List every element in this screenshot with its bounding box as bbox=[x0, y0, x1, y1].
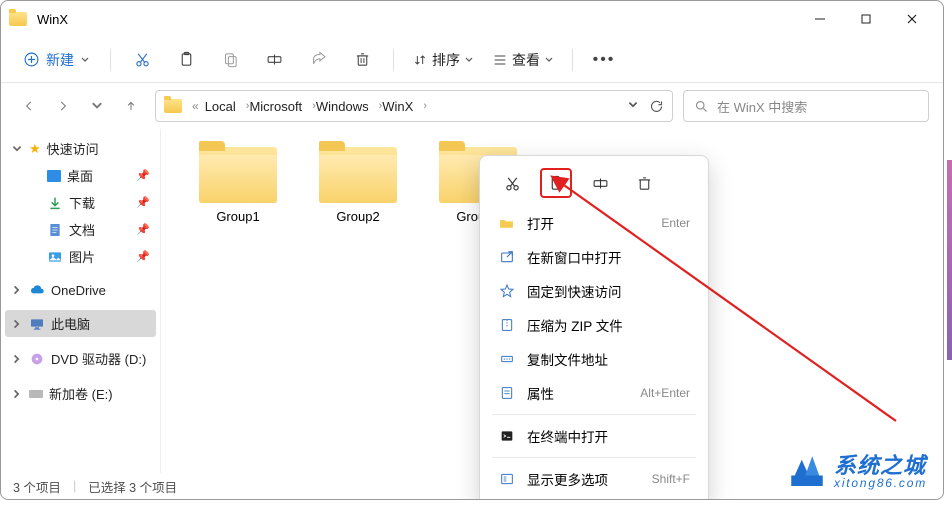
crumb-local[interactable]: Local› bbox=[205, 99, 250, 114]
more-options-icon bbox=[498, 471, 515, 488]
close-button[interactable] bbox=[889, 3, 935, 35]
view-button[interactable]: 查看 bbox=[486, 46, 560, 74]
ctx-open-terminal[interactable]: 在终端中打开 bbox=[486, 419, 702, 453]
pin-icon: 📌 bbox=[136, 196, 150, 209]
search-input[interactable]: 在 WinX 中搜索 bbox=[683, 90, 929, 122]
up-button[interactable] bbox=[117, 92, 145, 120]
delete-button[interactable] bbox=[343, 44, 381, 76]
crumb-windows[interactable]: Windows› bbox=[316, 99, 382, 114]
sort-button[interactable]: 排序 bbox=[406, 46, 480, 74]
crumb-microsoft[interactable]: Microsoft› bbox=[249, 99, 315, 114]
refresh-button[interactable] bbox=[649, 99, 664, 114]
desktop-icon bbox=[47, 170, 61, 182]
document-icon bbox=[47, 222, 63, 238]
minimize-button[interactable] bbox=[797, 3, 843, 35]
new-label: 新建 bbox=[46, 50, 74, 70]
sidebar: ★ 快速访问 桌面 📌 下载 📌 文档 📌 bbox=[1, 129, 161, 473]
pin-star-icon bbox=[498, 283, 515, 300]
ctx-rename-button[interactable] bbox=[584, 168, 616, 198]
ctx-show-more[interactable]: 显示更多选项 Shift+F bbox=[486, 462, 702, 496]
app-folder-icon bbox=[9, 12, 27, 26]
search-placeholder: 在 WinX 中搜索 bbox=[717, 97, 807, 116]
paste-button[interactable] bbox=[211, 44, 249, 76]
new-window-icon bbox=[498, 249, 515, 266]
zip-icon bbox=[498, 317, 515, 334]
crumb-winx[interactable]: WinX› bbox=[382, 99, 427, 114]
view-label: 查看 bbox=[512, 50, 540, 70]
ctx-open[interactable]: 打开 Enter bbox=[486, 206, 702, 240]
folder-group1[interactable]: Group1 bbox=[193, 141, 283, 461]
status-selected: 已选择 3 个项目 bbox=[88, 477, 177, 496]
pictures-icon bbox=[47, 249, 63, 265]
properties-icon bbox=[498, 385, 515, 402]
ctx-compress-zip[interactable]: 压缩为 ZIP 文件 bbox=[486, 308, 702, 342]
pin-icon: 📌 bbox=[136, 223, 150, 236]
rename-button[interactable] bbox=[255, 44, 293, 76]
sidebar-dvd[interactable]: DVD 驱动器 (D:) bbox=[5, 345, 156, 372]
status-items: 3 个项目 bbox=[13, 477, 61, 496]
copy-button[interactable] bbox=[167, 44, 205, 76]
sidebar-onedrive[interactable]: OneDrive bbox=[5, 278, 156, 302]
breadcrumb-overflow[interactable]: « bbox=[192, 99, 199, 113]
pc-icon bbox=[29, 316, 45, 332]
path-icon bbox=[498, 351, 515, 368]
sidebar-downloads[interactable]: 下载 📌 bbox=[5, 189, 156, 216]
ctx-copy-path[interactable]: 复制文件地址 bbox=[486, 342, 702, 376]
ctx-delete-button[interactable] bbox=[628, 168, 660, 198]
cut-button[interactable] bbox=[123, 44, 161, 76]
folder-icon bbox=[199, 141, 277, 203]
folder-label: Group2 bbox=[336, 209, 379, 224]
pin-icon: 📌 bbox=[136, 250, 150, 263]
ctx-pin-quick-access[interactable]: 固定到快速访问 bbox=[486, 274, 702, 308]
more-button[interactable]: ••• bbox=[585, 44, 623, 76]
navbar: « Local› Microsoft› Windows› WinX› 在 Win… bbox=[1, 83, 943, 129]
sort-label: 排序 bbox=[432, 50, 460, 70]
pin-icon: 📌 bbox=[136, 169, 150, 182]
cloud-icon bbox=[29, 282, 45, 298]
titlebar: WinX bbox=[1, 1, 943, 37]
folder-icon bbox=[319, 141, 397, 203]
sidebar-quick-access[interactable]: ★ 快速访问 bbox=[5, 135, 156, 162]
address-bar[interactable]: « Local› Microsoft› Windows› WinX› bbox=[155, 90, 673, 122]
sidebar-desktop[interactable]: 桌面 📌 bbox=[5, 162, 156, 189]
toolbar: 新建 排序 查看 bbox=[1, 37, 943, 83]
address-chevron-icon[interactable] bbox=[627, 99, 639, 111]
sidebar-documents[interactable]: 文档 📌 bbox=[5, 216, 156, 243]
window-title: WinX bbox=[37, 12, 68, 27]
ctx-properties[interactable]: 属性 Alt+Enter bbox=[486, 376, 702, 410]
folder-label: Group1 bbox=[216, 209, 259, 224]
sidebar-pictures[interactable]: 图片 📌 bbox=[5, 243, 156, 270]
explorer-window: WinX 新建 bbox=[0, 0, 944, 500]
watermark-en: xitong86.com bbox=[834, 477, 927, 490]
share-button[interactable] bbox=[299, 44, 337, 76]
body: ★ 快速访问 桌面 📌 下载 📌 文档 📌 bbox=[1, 129, 943, 473]
dvd-icon bbox=[29, 351, 45, 367]
back-button[interactable] bbox=[15, 92, 43, 120]
folder-group2[interactable]: Group2 bbox=[313, 141, 403, 461]
new-button[interactable]: 新建 bbox=[15, 46, 98, 74]
disk-icon bbox=[29, 390, 43, 398]
maximize-button[interactable] bbox=[843, 3, 889, 35]
ctx-open-new-window[interactable]: 在新窗口中打开 bbox=[486, 240, 702, 274]
address-folder-icon bbox=[164, 99, 182, 113]
forward-button[interactable] bbox=[49, 92, 77, 120]
star-icon: ★ bbox=[29, 141, 41, 157]
ctx-cut-button[interactable] bbox=[496, 168, 528, 198]
watermark: 系统之城 xitong86.com bbox=[786, 451, 927, 493]
download-icon bbox=[47, 195, 63, 211]
search-icon bbox=[694, 99, 709, 114]
edge-decoration bbox=[947, 160, 952, 360]
watermark-cn: 系统之城 bbox=[834, 454, 927, 477]
watermark-logo-icon bbox=[786, 451, 828, 493]
sidebar-this-pc[interactable]: 此电脑 bbox=[5, 310, 156, 337]
recent-button[interactable] bbox=[83, 92, 111, 120]
context-menu: 打开 Enter 在新窗口中打开 固定到快速访问 压缩为 ZIP 文件 复制文件… bbox=[479, 155, 709, 500]
ctx-copy-button[interactable] bbox=[540, 168, 572, 198]
sidebar-volume[interactable]: 新加卷 (E:) bbox=[5, 380, 156, 407]
terminal-icon bbox=[498, 428, 515, 445]
folder-open-icon bbox=[498, 215, 515, 232]
